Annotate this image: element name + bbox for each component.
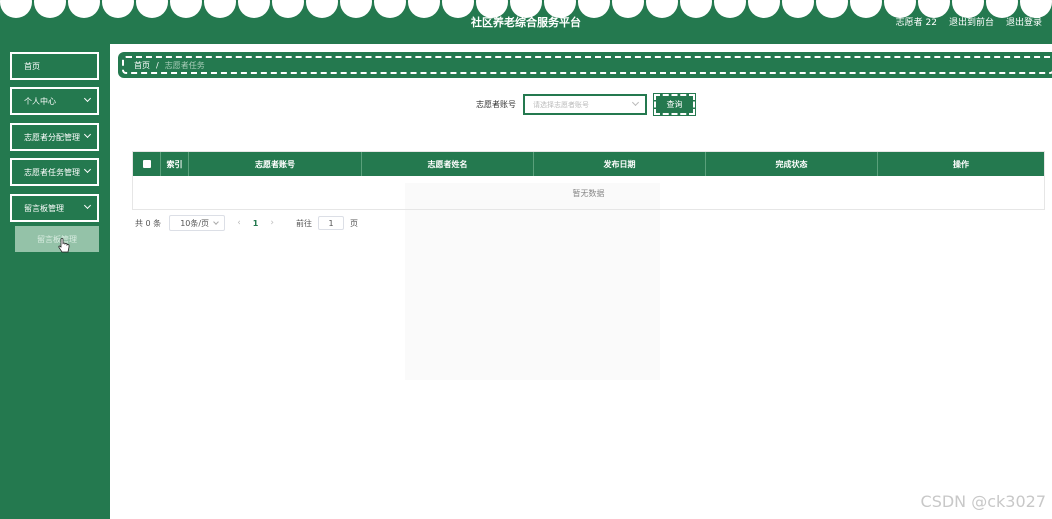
- chevron-down-icon: [83, 165, 92, 174]
- column-header: 发布日期: [534, 152, 706, 176]
- page-unit-label: 页: [349, 218, 358, 228]
- sidebar-item-label: 留言板管理: [24, 203, 64, 213]
- volunteer-account-select[interactable]: 请选择志愿者账号: [523, 94, 647, 115]
- column-header: 索引: [161, 152, 189, 176]
- breadcrumb: 首页 / 志愿者任务: [118, 52, 1052, 78]
- page-size-value: 10条/页: [180, 218, 210, 228]
- watermark: CSDN @ck3027: [920, 492, 1046, 511]
- sidebar-item-message-board[interactable]: 留言板管理: [10, 194, 99, 222]
- chevron-down-icon: [83, 94, 92, 103]
- sidebar-item-volunteer-tasks[interactable]: 志愿者任务管理: [10, 158, 99, 186]
- sidebar-item-volunteer-assignment[interactable]: 志愿者分配管理: [10, 123, 99, 151]
- sidebar-item-label: 志愿者分配管理: [24, 132, 80, 142]
- breadcrumb-current: 志愿者任务: [164, 60, 205, 70]
- breadcrumb-home[interactable]: 首页: [134, 60, 150, 71]
- hand-cursor-icon: [58, 238, 70, 253]
- sidebar: [0, 44, 110, 519]
- chevron-down-icon: [83, 130, 92, 139]
- page-size-select[interactable]: 10条/页: [169, 215, 226, 231]
- sidebar-item-label: 个人中心: [24, 96, 56, 106]
- pagination: 共 0 条 10条/页 ‹ 1 › 前往 1 页: [135, 215, 358, 231]
- back-to-front-link[interactable]: 退出到前台: [949, 15, 994, 28]
- top-header: 社区养老综合服务平台 志愿者 22 退出到前台 退出登录: [0, 0, 1052, 44]
- table-header: 索引 志愿者账号 志愿者姓名 发布日期 完成状态 操作: [133, 152, 1044, 176]
- total-count: 共 0 条: [135, 218, 162, 228]
- sidebar-item-label: 志愿者任务管理: [24, 167, 80, 177]
- goto-label: 前往: [295, 218, 312, 228]
- column-header: 操作: [953, 159, 969, 169]
- next-page-button[interactable]: ›: [270, 218, 274, 228]
- chevron-down-icon: [631, 98, 640, 107]
- header-actions: 志愿者 22 退出到前台 退出登录: [896, 15, 1042, 28]
- select-all-cell: [133, 152, 161, 176]
- select-all-checkbox[interactable]: [142, 160, 151, 168]
- search-label: 志愿者账号: [476, 100, 516, 109]
- column-header: 完成状态: [706, 152, 878, 176]
- column-header: 志愿者账号: [189, 152, 362, 176]
- select-placeholder: 请选择志愿者账号: [533, 101, 589, 109]
- site-title: 社区养老综合服务平台: [471, 16, 581, 29]
- data-table: 索引 志愿者账号 志愿者姓名 发布日期 完成状态 操作 暂无数据: [132, 151, 1045, 210]
- search-button[interactable]: 查询: [653, 93, 696, 116]
- chevron-down-icon: [213, 219, 220, 225]
- empty-state: 暂无数据: [572, 188, 605, 198]
- page-number[interactable]: 1: [253, 219, 259, 228]
- sidebar-item-home[interactable]: 首页: [10, 52, 99, 80]
- column-header: 志愿者姓名: [362, 152, 534, 176]
- faint-background-panel: [405, 183, 660, 380]
- breadcrumb-separator: /: [156, 60, 159, 70]
- sidebar-item-label: 首页: [24, 61, 40, 71]
- prev-page-button[interactable]: ‹: [237, 218, 241, 228]
- submenu-item-message-board[interactable]: 留言板管理: [15, 226, 99, 252]
- sidebar-item-personal-center[interactable]: 个人中心: [10, 87, 99, 115]
- chevron-down-icon: [83, 201, 92, 210]
- logout-link[interactable]: 退出登录: [1006, 15, 1042, 28]
- goto-page-input[interactable]: 1: [317, 216, 344, 230]
- current-user: 志愿者 22: [895, 18, 937, 28]
